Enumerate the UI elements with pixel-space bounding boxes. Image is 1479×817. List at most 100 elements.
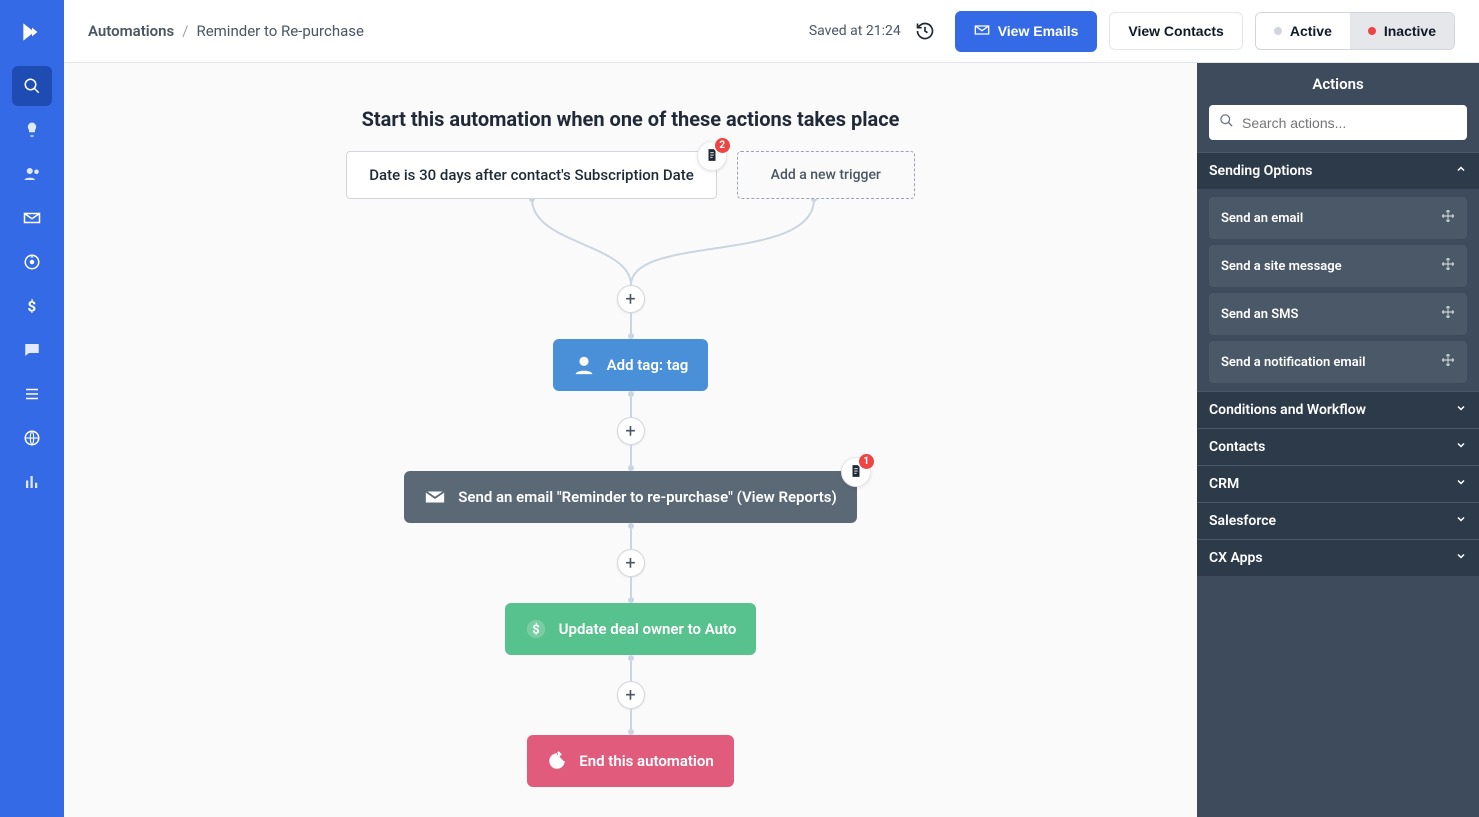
actions-search-input[interactable] [1242, 115, 1457, 131]
action-send-site-message-label: Send a site message [1221, 259, 1342, 274]
action-send-notification-label: Send a notification email [1221, 355, 1365, 370]
section-sending-options: Sending Options Send an email Send a sit… [1197, 152, 1479, 391]
action-send-email[interactable]: Send an email [1209, 197, 1467, 239]
section-sending-label: Sending Options [1209, 163, 1313, 179]
trigger-notes-badge[interactable]: 2 [697, 141, 727, 171]
automation-canvas: Start this automation when one of these … [64, 63, 1197, 817]
action-send-site-message[interactable]: Send a site message [1209, 245, 1467, 287]
section-salesforce-header[interactable]: Salesforce [1197, 502, 1479, 539]
node-end-label: End this automation [579, 752, 713, 770]
chevron-down-icon [1455, 439, 1467, 455]
chevron-up-icon [1455, 163, 1467, 179]
drag-icon [1441, 353, 1455, 371]
node-add-tag[interactable]: Add tag: tag [553, 339, 709, 391]
history-icon[interactable] [913, 19, 937, 43]
drag-icon [1441, 257, 1455, 275]
nav-insights[interactable] [12, 110, 52, 150]
node-send-email[interactable]: Send an email "Reminder to re-purchase" … [404, 471, 857, 523]
status-toggle: Active Inactive [1255, 12, 1455, 50]
actions-search-box[interactable] [1209, 105, 1467, 140]
email-notes-count: 1 [859, 454, 874, 469]
add-step-button-3[interactable]: + [617, 549, 645, 577]
nav-automations[interactable] [12, 242, 52, 282]
add-trigger-button[interactable]: Add a new trigger [737, 151, 915, 199]
node-send-email-label: Send an email "Reminder to re-purchase" … [458, 488, 837, 506]
node-update-deal-label: Update deal owner to Auto [559, 620, 737, 638]
trigger-card[interactable]: Date is 30 days after contact's Subscrip… [346, 151, 717, 199]
add-step-button-1[interactable]: + [617, 285, 645, 313]
status-active-label: Active [1290, 23, 1332, 39]
svg-text:$: $ [28, 297, 37, 315]
canvas-title: Start this automation when one of these … [362, 107, 900, 131]
search-icon [1219, 113, 1234, 132]
end-icon [547, 751, 567, 771]
node-end-automation[interactable]: End this automation [527, 735, 733, 787]
section-conditions: Conditions and Workflow [1197, 391, 1479, 428]
section-cxapps: CX Apps [1197, 539, 1479, 576]
nav-deals[interactable]: $ [12, 286, 52, 326]
view-contacts-button[interactable]: View Contacts [1109, 12, 1242, 50]
section-crm-label: CRM [1209, 476, 1239, 492]
action-send-email-label: Send an email [1221, 211, 1303, 226]
view-emails-label: View Emails [998, 23, 1079, 39]
status-active-button[interactable]: Active [1256, 13, 1350, 49]
action-send-sms[interactable]: Send an SMS [1209, 293, 1467, 335]
nav-search[interactable] [12, 66, 52, 106]
status-inactive-label: Inactive [1384, 23, 1436, 39]
nav-contacts[interactable] [12, 154, 52, 194]
view-emails-button[interactable]: View Emails [955, 11, 1098, 52]
trigger-connector [359, 199, 903, 285]
actions-panel: Actions Sending Options [1197, 63, 1479, 817]
trigger-notes-count: 2 [715, 138, 730, 153]
person-icon [573, 354, 595, 376]
triggers-row: Date is 30 days after contact's Subscrip… [346, 151, 915, 199]
chevron-down-icon [1455, 513, 1467, 529]
breadcrumb-separator: / [182, 22, 188, 40]
nav-campaigns[interactable] [12, 198, 52, 238]
status-dot-inactive-indicator [1274, 27, 1282, 35]
nav-website[interactable] [12, 418, 52, 458]
email-notes-badge[interactable]: 1 [841, 457, 871, 487]
saved-at-label: Saved at 21:24 [809, 23, 901, 39]
view-contacts-label: View Contacts [1128, 23, 1223, 39]
breadcrumb-current: Reminder to Re-purchase [196, 22, 363, 40]
status-dot-active-indicator [1368, 27, 1376, 35]
dollar-icon: $ [525, 618, 547, 640]
actions-panel-title: Actions [1197, 63, 1479, 105]
mail-icon [424, 486, 446, 508]
section-conditions-label: Conditions and Workflow [1209, 402, 1366, 418]
section-contacts-label: Contacts [1209, 439, 1265, 455]
nav-reports[interactable] [12, 462, 52, 502]
breadcrumb: Automations / Reminder to Re-purchase [88, 22, 364, 40]
top-header: Automations / Reminder to Re-purchase Sa… [64, 0, 1479, 63]
left-sidebar: $ [0, 0, 64, 817]
chevron-down-icon [1455, 476, 1467, 492]
breadcrumb-root-link[interactable]: Automations [88, 22, 174, 40]
section-conditions-header[interactable]: Conditions and Workflow [1197, 391, 1479, 428]
status-inactive-button[interactable]: Inactive [1350, 13, 1454, 49]
action-send-notification[interactable]: Send a notification email [1209, 341, 1467, 383]
section-contacts: Contacts [1197, 428, 1479, 465]
drag-icon [1441, 305, 1455, 323]
add-step-button-4[interactable]: + [617, 681, 645, 709]
chevron-down-icon [1455, 402, 1467, 418]
app-logo[interactable] [0, 0, 64, 64]
section-crm: CRM [1197, 465, 1479, 502]
section-salesforce: Salesforce [1197, 502, 1479, 539]
section-contacts-header[interactable]: Contacts [1197, 428, 1479, 465]
node-add-tag-label: Add tag: tag [607, 356, 689, 374]
nav-conversations[interactable] [12, 330, 52, 370]
section-cxapps-label: CX Apps [1209, 550, 1263, 566]
section-cxapps-header[interactable]: CX Apps [1197, 539, 1479, 576]
nav-lists[interactable] [12, 374, 52, 414]
node-update-deal[interactable]: $ Update deal owner to Auto [505, 603, 757, 655]
chevron-down-icon [1455, 550, 1467, 566]
drag-icon [1441, 209, 1455, 227]
section-crm-header[interactable]: CRM [1197, 465, 1479, 502]
action-send-sms-label: Send an SMS [1221, 307, 1298, 322]
mail-icon [974, 22, 990, 41]
section-salesforce-label: Salesforce [1209, 513, 1276, 529]
svg-text:$: $ [532, 623, 539, 638]
section-sending-header[interactable]: Sending Options [1197, 152, 1479, 189]
add-step-button-2[interactable]: + [617, 417, 645, 445]
